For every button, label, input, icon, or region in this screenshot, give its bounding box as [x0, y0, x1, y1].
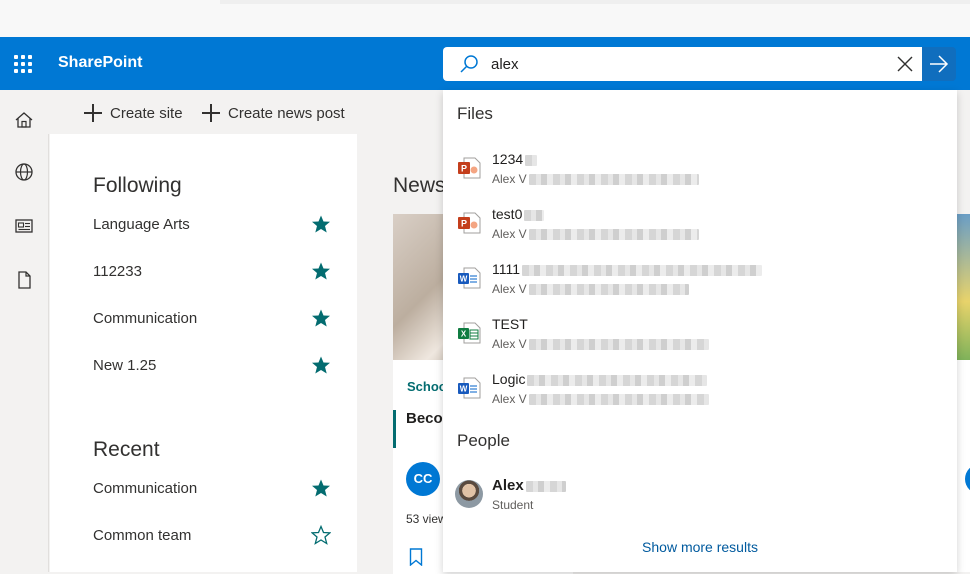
word-icon: W [458, 267, 481, 289]
file-result[interactable]: W Logic Alex V [443, 365, 957, 413]
suite-bar: SharePoint [0, 37, 970, 90]
following-item[interactable]: 112233 [93, 261, 343, 285]
create-site-label: Create site [110, 104, 183, 122]
app-name[interactable]: SharePoint [58, 54, 142, 72]
plus-icon [84, 104, 102, 122]
search-input[interactable] [491, 53, 871, 75]
file-name: Logic [492, 371, 526, 387]
person-result[interactable]: Alex Student [443, 474, 957, 520]
plus-icon [202, 104, 220, 122]
news-title: News [393, 174, 446, 197]
star-filled-icon[interactable] [311, 308, 331, 328]
star-filled-icon[interactable] [311, 214, 331, 234]
site-label: Common team [93, 527, 192, 544]
star-filled-icon[interactable] [311, 478, 331, 498]
browser-top-strip [0, 0, 970, 38]
document-icon[interactable] [14, 270, 34, 290]
search-icon [460, 55, 478, 73]
file-author: Alex V [492, 172, 527, 186]
file-author: Alex V [492, 227, 527, 241]
file-author: Alex V [492, 337, 527, 351]
files-group-title: Files [457, 104, 493, 123]
news-card-2[interactable] [957, 360, 970, 572]
file-result[interactable]: W 1111 Alex V [443, 255, 957, 303]
file-name: TEST [492, 316, 528, 332]
home-icon[interactable] [14, 110, 34, 130]
news-card-image-2[interactable] [957, 214, 970, 360]
svg-text:X: X [461, 330, 467, 339]
person-name: Alex [492, 477, 524, 494]
site-label: 112233 [93, 263, 142, 280]
word-icon: W [458, 377, 481, 399]
file-name: test0 [492, 206, 523, 222]
site-label: Language Arts [93, 216, 190, 233]
create-news-label: Create news post [228, 104, 345, 122]
file-author: Alex V [492, 392, 527, 406]
file-author: Alex V [492, 282, 527, 296]
recent-title: Recent [93, 438, 160, 461]
file-name: 1234 [492, 151, 524, 167]
svg-text:W: W [460, 275, 468, 284]
search-suggestions: Files P 1234 Alex V P test0 Alex V W 111… [443, 90, 957, 572]
search-box[interactable] [443, 47, 922, 81]
news-card-tag: Schoo [407, 379, 447, 394]
people-group-title: People [457, 431, 510, 450]
star-filled-icon[interactable] [311, 355, 331, 375]
tab-strip [220, 0, 970, 4]
following-item[interactable]: New 1.25 [93, 355, 343, 379]
left-nav-rail [0, 90, 49, 572]
show-more-results-link[interactable]: Show more results [443, 539, 957, 555]
svg-text:W: W [460, 385, 468, 394]
search-submit-button[interactable] [922, 47, 956, 81]
clear-search-icon[interactable] [896, 55, 914, 73]
news-icon[interactable] [14, 216, 34, 236]
svg-text:P: P [461, 219, 467, 229]
file-result[interactable]: P 1234 Alex V [443, 145, 957, 193]
excel-icon: X [458, 322, 481, 344]
following-item[interactable]: Communication [93, 308, 343, 332]
recent-item[interactable]: Common team [93, 525, 343, 549]
file-name: 1111 [492, 261, 521, 277]
news-card-views: 53 view [406, 512, 447, 526]
site-label: Communication [93, 310, 198, 327]
app-launcher-icon[interactable] [14, 55, 32, 73]
arrow-right-icon [930, 55, 949, 73]
site-label: Communication [93, 480, 198, 497]
powerpoint-icon: P [458, 212, 481, 234]
star-filled-icon[interactable] [311, 261, 331, 281]
svg-text:P: P [461, 164, 467, 174]
create-site-button[interactable]: Create site [84, 102, 183, 124]
file-result[interactable]: X TEST Alex V [443, 310, 957, 358]
powerpoint-icon: P [458, 157, 481, 179]
globe-icon[interactable] [14, 162, 34, 182]
file-result[interactable]: P test0 Alex V [443, 200, 957, 248]
star-outline-icon[interactable] [311, 525, 331, 545]
sites-panel: Following Language Arts 112233 Communica… [50, 134, 357, 572]
site-label: New 1.25 [93, 357, 157, 374]
following-item[interactable]: Language Arts [93, 214, 343, 238]
bookmark-icon[interactable] [409, 548, 423, 566]
person-role: Student [492, 498, 534, 512]
following-title: Following [93, 174, 182, 197]
person-avatar [455, 480, 483, 508]
author-avatar: CC [406, 462, 440, 496]
create-news-post-button[interactable]: Create news post [202, 102, 345, 124]
recent-item[interactable]: Communication [93, 478, 343, 502]
